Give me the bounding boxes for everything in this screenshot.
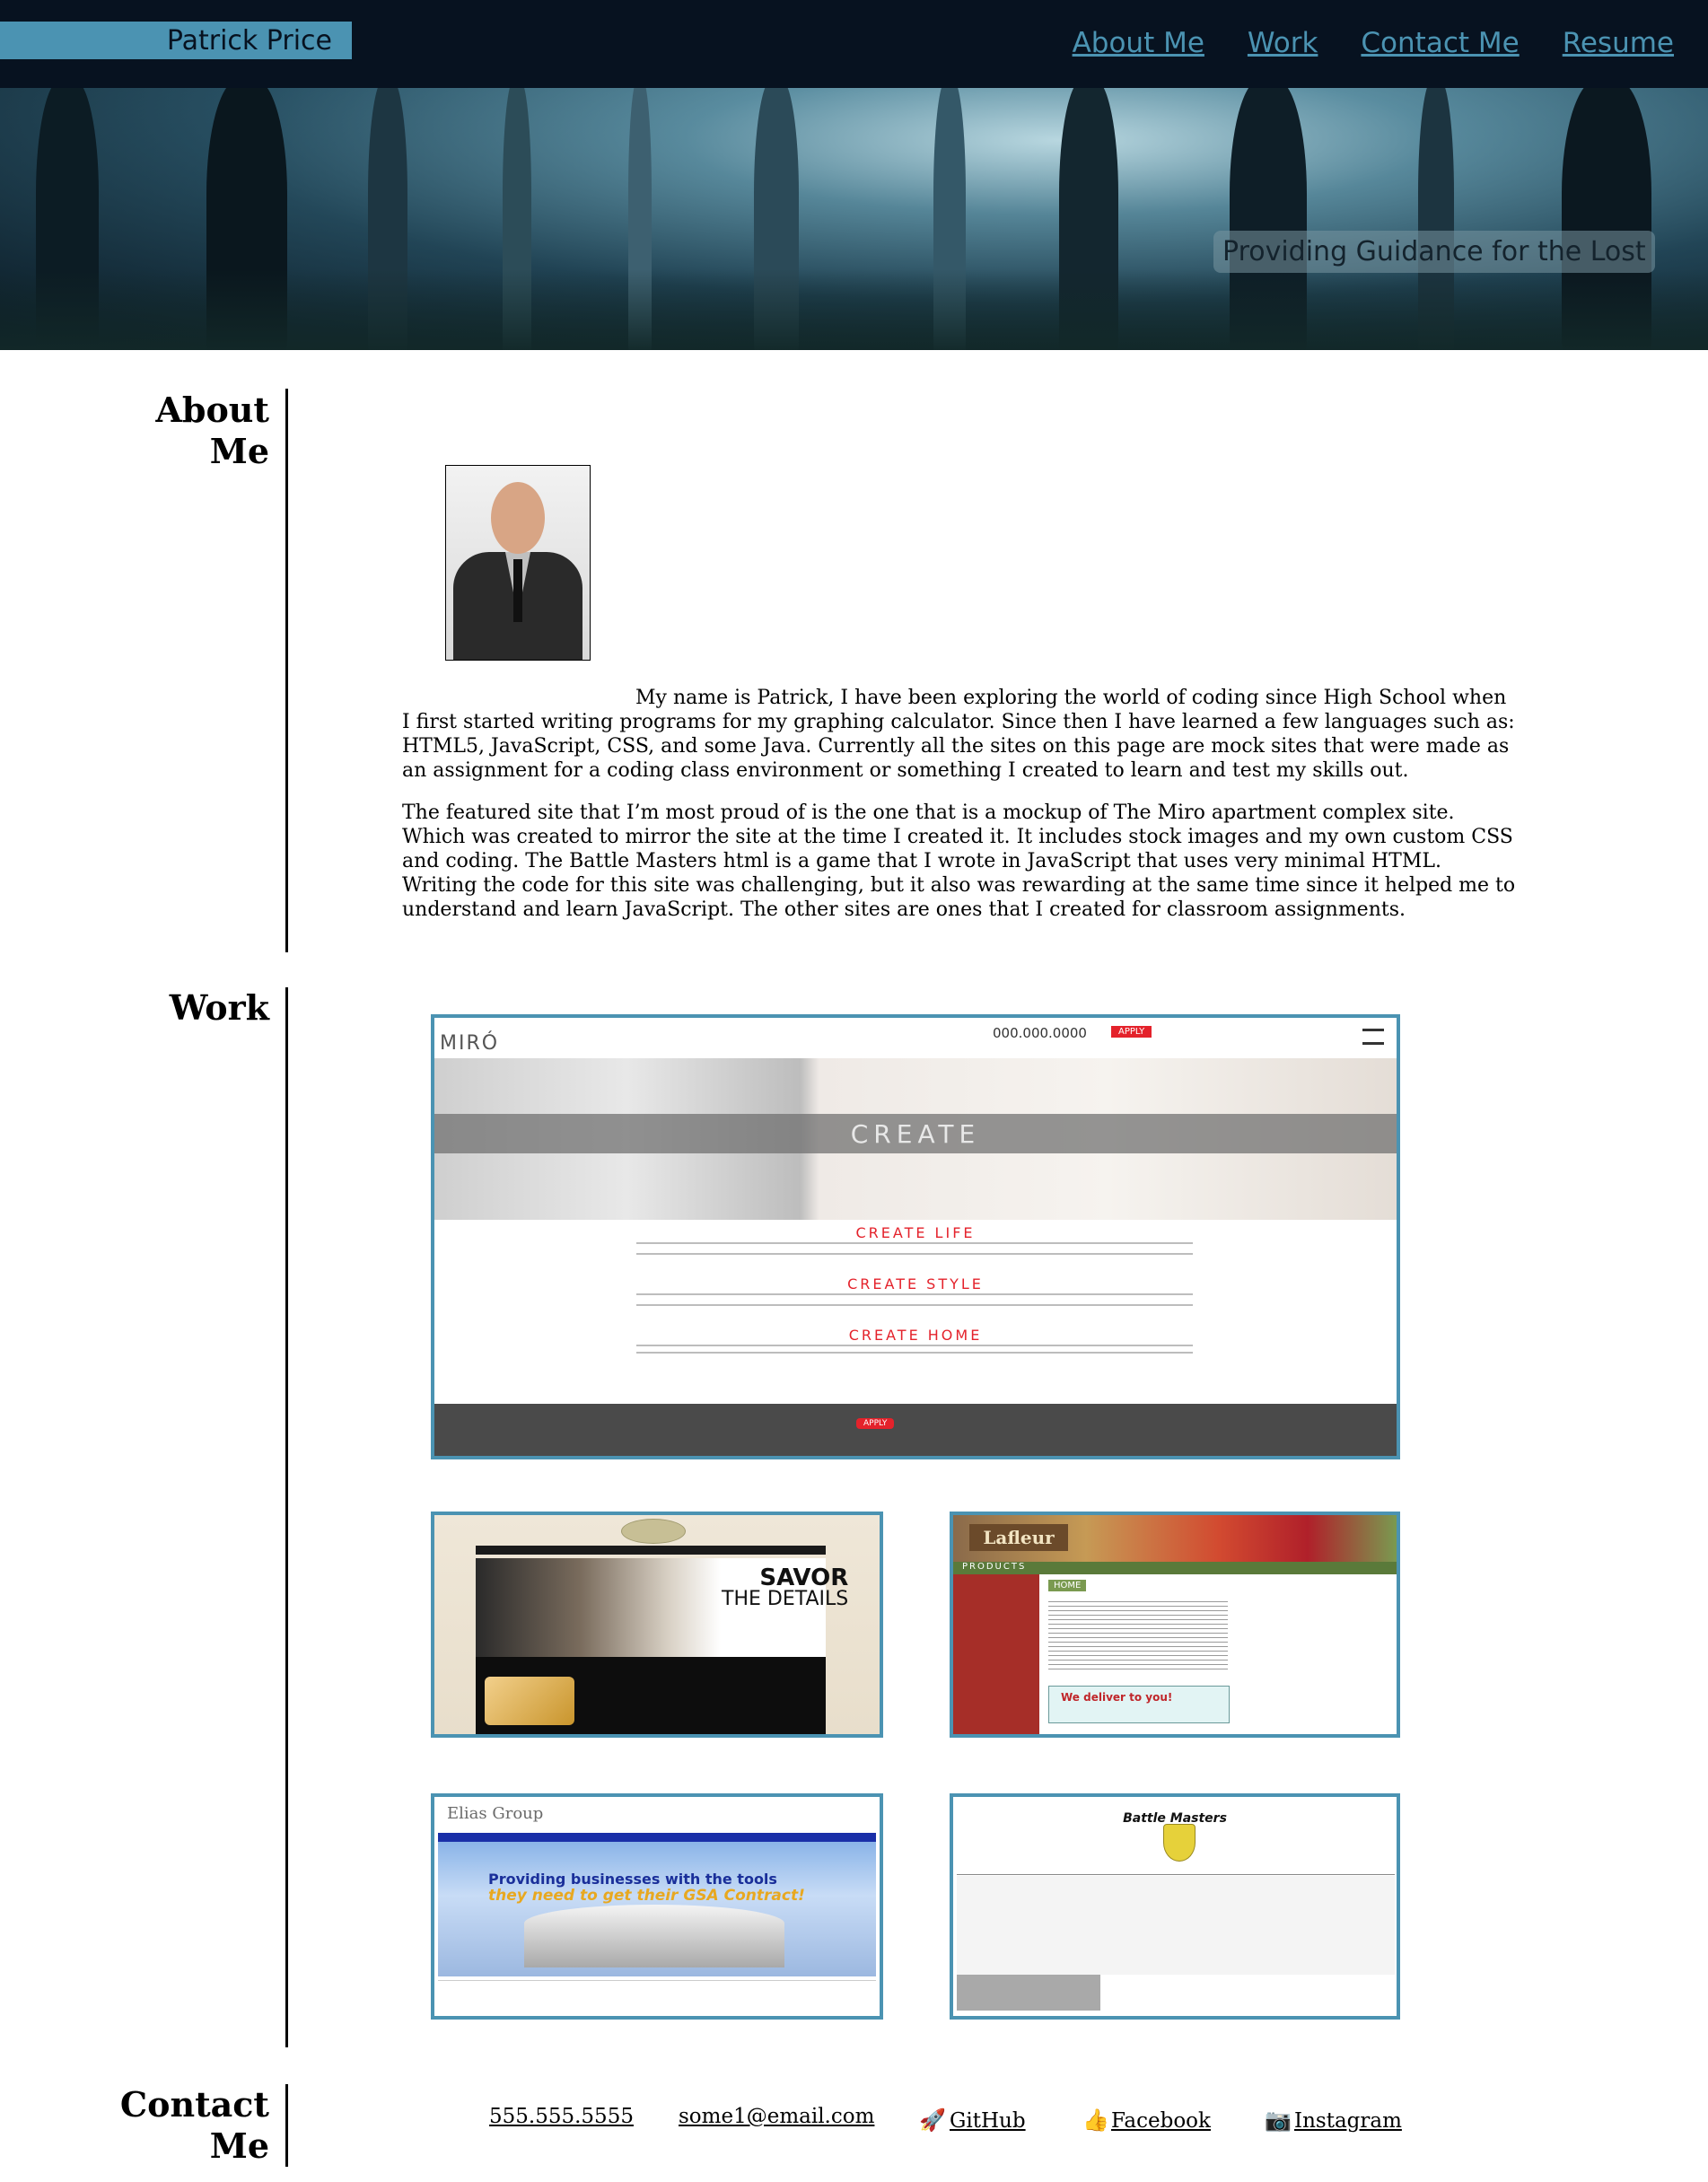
elias-nav-bar (438, 1833, 876, 1842)
about-title-line-2: Me (209, 431, 269, 471)
lafleur-deliver-text: We deliver to you! (1061, 1691, 1173, 1704)
battle-game-area (957, 1876, 1395, 1975)
miro-footer-apply: APPLY (856, 1418, 895, 1429)
hamburger-menu-icon (1362, 1029, 1384, 1045)
savor-nav-bar (476, 1546, 826, 1555)
work-thumbnail-miro[interactable]: MIRÓ 000.000.0000 APPLY CREATE CREATE LI… (431, 1014, 1400, 1459)
contact-title-line-1: Contact (119, 2084, 269, 2125)
instagram-link[interactable]: Instagram (1294, 2109, 1402, 2133)
work-thumbnail-elias-group[interactable]: Elias Group Providing businesses with th… (431, 1793, 883, 2020)
hero-tagline: Providing Guidance for the Lost (1213, 231, 1655, 273)
savor-cheese-image (485, 1677, 574, 1725)
nav-link-contact-me[interactable]: Contact Me (1361, 27, 1519, 59)
elias-capitol-image (524, 1905, 784, 1967)
photo-head (491, 482, 545, 554)
facebook-link[interactable]: Facebook (1111, 2109, 1211, 2133)
brand-badge: Patrick Price (0, 22, 352, 59)
lafleur-body-text-lines (1048, 1598, 1228, 1673)
work-thumbnail-lafleur[interactable]: Lafleur PRODUCTS HOME We deliver to you! (950, 1512, 1400, 1738)
miro-lorem-lines (636, 1345, 1193, 1354)
photo-tie (513, 559, 522, 622)
brand-name: Patrick Price (166, 25, 332, 57)
nav-link-work[interactable]: Work (1248, 27, 1318, 59)
top-navigation-bar: Patrick Price About Me Work Contact Me R… (0, 0, 1708, 88)
savor-title: SAVOR THE DETAILS (722, 1566, 849, 1610)
elias-logo: Elias Group (447, 1804, 544, 1823)
nav-link-resume[interactable]: Resume (1563, 27, 1674, 59)
thumbs-up-icon: 👍 (1082, 2108, 1109, 2133)
lafleur-home-label: HOME (1048, 1580, 1087, 1591)
profile-photo (445, 465, 591, 661)
contact-section-title: Contact Me (0, 2084, 269, 2167)
main-nav: About Me Work Contact Me Resume (1073, 27, 1674, 59)
about-paragraph-1: My name is Patrick, I have been explorin… (402, 687, 1515, 782)
miro-hero-text: CREATE (850, 1119, 981, 1149)
shield-icon (1163, 1824, 1196, 1862)
lafleur-logo: Lafleur (969, 1524, 1068, 1551)
miro-logo: MIRÓ (440, 1032, 500, 1055)
battle-divider (957, 1874, 1395, 1875)
miro-lorem-lines (636, 1293, 1193, 1306)
elias-footer (438, 1980, 876, 2015)
elias-hero-line-1: Providing businesses with the tools (488, 1871, 777, 1888)
lafleur-sidebar (953, 1574, 1039, 1734)
savor-subtitle: THE DETAILS (722, 1588, 849, 1610)
phone-link[interactable]: 555.555.5555 (489, 2105, 634, 2128)
miro-heading-style: CREATE STYLE (847, 1275, 984, 1293)
email-link[interactable]: some1@email.com (679, 2105, 874, 2128)
about-title-line-1: About (155, 390, 269, 430)
forest-floor (0, 269, 1708, 350)
miro-heading-life: CREATE LIFE (855, 1224, 976, 1241)
rocket-icon: 🚀 (919, 2108, 946, 2133)
contact-title-line-2: Me (209, 2125, 269, 2166)
work-thumbnail-battle-masters[interactable]: Battle Masters (950, 1793, 1400, 2020)
miro-lorem-lines (636, 1242, 1193, 1255)
lafleur-products-label: PRODUCTS (962, 1562, 1027, 1572)
contact-divider-line (285, 2084, 288, 2167)
camera-icon: 📷 (1265, 2108, 1292, 2133)
work-section-title: Work (0, 987, 269, 1029)
miro-phone: 000.000.0000 (993, 1025, 1087, 1041)
nav-link-about-me[interactable]: About Me (1073, 27, 1204, 59)
miro-heading-home: CREATE HOME (848, 1327, 983, 1344)
elias-hero-line-2: they need to get their GSA Contract! (488, 1887, 805, 1905)
github-link[interactable]: GitHub (950, 2109, 1026, 2133)
about-divider-line (285, 389, 288, 952)
about-paragraph-2: The featured site that I’m most proud of… (402, 802, 1516, 921)
work-thumbnail-savor[interactable]: SAVOR THE DETAILS (431, 1512, 883, 1738)
hero-forest-banner: Providing Guidance for the Lost (0, 88, 1708, 350)
work-title: Work (169, 987, 269, 1028)
battle-status-panel (957, 1975, 1100, 2011)
miro-footer: APPLY (434, 1404, 1397, 1456)
about-section-title: About Me (0, 390, 269, 472)
miro-header: MIRÓ 000.000.0000 APPLY (434, 1018, 1397, 1058)
miro-apply-button: APPLY (1111, 1026, 1152, 1038)
work-divider-line (285, 987, 288, 2047)
savor-logo (621, 1519, 686, 1544)
